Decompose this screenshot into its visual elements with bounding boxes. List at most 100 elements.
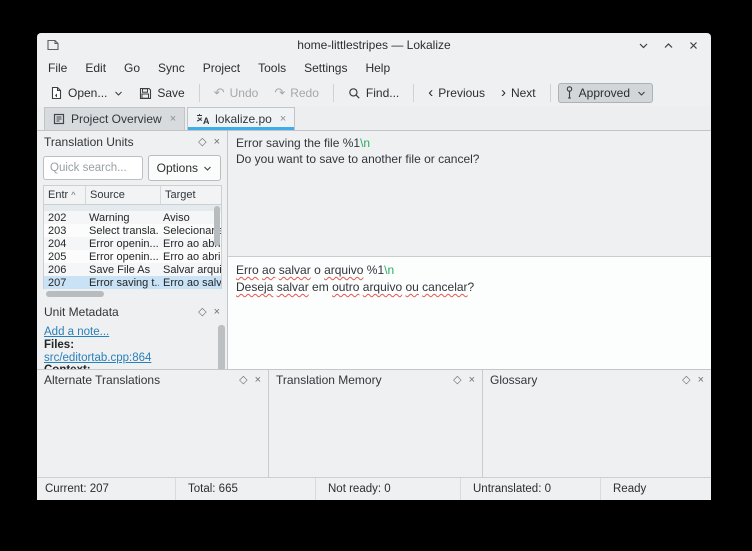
menu-project[interactable]: Project xyxy=(194,59,249,77)
float-panel-icon[interactable]: ◇ xyxy=(198,137,206,148)
previous-button[interactable]: ‹ Previous xyxy=(421,83,492,103)
tab-project-overview[interactable]: Project Overview × xyxy=(44,107,185,130)
horizontal-scrollbar[interactable] xyxy=(43,290,222,297)
vertical-scrollbar[interactable] xyxy=(214,206,220,246)
project-overview-icon xyxy=(53,113,65,125)
table-cell: 203 xyxy=(44,225,85,237)
redo-icon: ↷ xyxy=(274,85,285,101)
tab-close-icon[interactable]: × xyxy=(280,113,286,125)
quick-search-input[interactable] xyxy=(43,156,143,180)
tabbar: Project Overview × A lokalize.po × xyxy=(37,107,711,131)
close-panel-icon[interactable]: × xyxy=(255,375,261,386)
open-label: Open... xyxy=(68,86,107,100)
close-panel-icon[interactable]: × xyxy=(214,137,220,148)
editor-line: Deseja salvar em outro arquivo ou cancel… xyxy=(236,279,703,296)
column-label: Entr xyxy=(48,189,68,201)
save-button[interactable]: Save xyxy=(132,83,191,103)
close-panel-icon[interactable]: × xyxy=(698,375,704,386)
left-column: Translation Units ◇ × Options Entr ^ Sou… xyxy=(37,131,228,369)
tab-lokalize-po[interactable]: A lokalize.po × xyxy=(187,107,295,130)
panel-title: Unit Metadata xyxy=(44,305,191,319)
table-cell: Erro ao salvar... xyxy=(159,277,222,289)
panel-content xyxy=(269,390,482,477)
table-row[interactable]: 207Error saving t...Erro ao salvar... xyxy=(44,276,221,289)
status-current: Current: 207 xyxy=(37,478,176,500)
approved-pin-icon xyxy=(565,86,574,100)
options-label: Options xyxy=(157,161,198,175)
unit-metadata-body: Add a note... Files: src/editortab.cpp:8… xyxy=(37,323,227,369)
table-row[interactable]: 205Error openin...Erro ao abrir ... xyxy=(44,250,221,263)
toolbar: Open... Save ↶ Undo ↷ Redo Find... ‹ Pre… xyxy=(37,79,711,107)
panel-title: Translation Memory xyxy=(276,373,446,387)
table-cell: 204 xyxy=(44,238,85,250)
float-panel-icon[interactable]: ◇ xyxy=(239,375,247,386)
menu-tools[interactable]: Tools xyxy=(249,59,295,77)
file-link[interactable]: src/editortab.cpp:864 xyxy=(44,352,151,365)
text-token: arquivo xyxy=(324,263,363,277)
menu-settings[interactable]: Settings xyxy=(295,59,356,77)
table-row[interactable]: 203Select transla...Selecionar ar... xyxy=(44,224,221,237)
close-panel-icon[interactable]: × xyxy=(214,307,220,318)
text-token: Error saving the file %1 xyxy=(236,136,360,150)
toolbar-separator xyxy=(550,84,551,102)
search-icon xyxy=(348,87,361,100)
previous-label: Previous xyxy=(438,86,485,100)
tab-close-icon[interactable]: × xyxy=(170,113,176,125)
menubar: File Edit Go Sync Project Tools Settings… xyxy=(37,57,711,79)
float-panel-icon[interactable]: ◇ xyxy=(682,375,690,386)
menu-go[interactable]: Go xyxy=(115,59,149,77)
table-cell: 205 xyxy=(44,251,85,263)
bottom-docks: Alternate Translations ◇ × Translation M… xyxy=(37,369,711,477)
table-row[interactable]: 204Error openin...Erro ao abrir ... xyxy=(44,237,221,250)
menu-file[interactable]: File xyxy=(39,59,76,77)
save-icon xyxy=(139,87,152,100)
text-token: em xyxy=(309,280,332,294)
table-cell: Erro ao abrir ... xyxy=(159,238,222,250)
chevron-down-icon[interactable] xyxy=(637,89,646,98)
main-area: Translation Units ◇ × Options Entr ^ Sou… xyxy=(37,131,711,369)
menu-edit[interactable]: Edit xyxy=(76,59,115,77)
panel-title: Alternate Translations xyxy=(44,373,232,387)
menu-help[interactable]: Help xyxy=(356,59,399,77)
close-icon[interactable] xyxy=(688,40,699,51)
find-label: Find... xyxy=(366,86,399,100)
translation-units-table: Entr ^ Source Target N 201The docume...O… xyxy=(43,185,222,289)
metadata-scrollbar[interactable] xyxy=(218,325,225,369)
minimize-icon[interactable] xyxy=(638,40,649,51)
scrollbar-thumb[interactable] xyxy=(218,325,225,369)
table-cell: O documen... xyxy=(159,205,221,208)
find-button[interactable]: Find... xyxy=(341,83,406,103)
scrollbar-thumb[interactable] xyxy=(46,291,104,297)
next-label: Next xyxy=(511,86,536,100)
editor-line: Erro ao salvar o arquivo %1\n xyxy=(236,262,703,279)
maximize-icon[interactable] xyxy=(663,40,674,51)
float-panel-icon[interactable]: ◇ xyxy=(453,375,461,386)
chevron-down-icon[interactable] xyxy=(114,89,123,98)
newline-escape: \n xyxy=(360,136,370,150)
column-entry[interactable]: Entr ^ xyxy=(44,186,86,204)
table-row[interactable]: 202WarningAviso xyxy=(44,211,221,224)
redo-label: Redo xyxy=(290,86,319,100)
float-panel-icon[interactable]: ◇ xyxy=(198,307,206,318)
approved-label: Approved xyxy=(579,86,630,100)
undo-button[interactable]: ↶ Undo xyxy=(207,82,266,104)
translate-icon: A xyxy=(196,113,209,125)
next-button[interactable]: › Next xyxy=(494,83,543,103)
target-editor[interactable]: Erro ao salvar o arquivo %1\nDeseja salv… xyxy=(228,257,711,369)
menu-sync[interactable]: Sync xyxy=(149,59,194,77)
source-editor[interactable]: Error saving the file %1\nDo you want to… xyxy=(228,131,711,257)
options-button[interactable]: Options xyxy=(148,155,221,181)
editor-area: Error saving the file %1\nDo you want to… xyxy=(228,131,711,369)
open-button[interactable]: Open... xyxy=(43,83,130,103)
status-not-ready: Not ready: 0 xyxy=(316,478,461,500)
chevron-left-icon: ‹ xyxy=(428,88,433,98)
redo-button[interactable]: ↷ Redo xyxy=(267,82,326,104)
add-note-link[interactable]: Add a note... xyxy=(44,326,109,339)
toolbar-separator xyxy=(413,84,414,102)
text-token: ? xyxy=(468,280,475,294)
close-panel-icon[interactable]: × xyxy=(469,375,475,386)
approved-button[interactable]: Approved xyxy=(558,83,653,103)
table-row[interactable]: 206Save File AsSalvar arquiv... xyxy=(44,263,221,276)
column-target[interactable]: Target xyxy=(161,186,222,204)
column-source[interactable]: Source xyxy=(86,186,161,204)
